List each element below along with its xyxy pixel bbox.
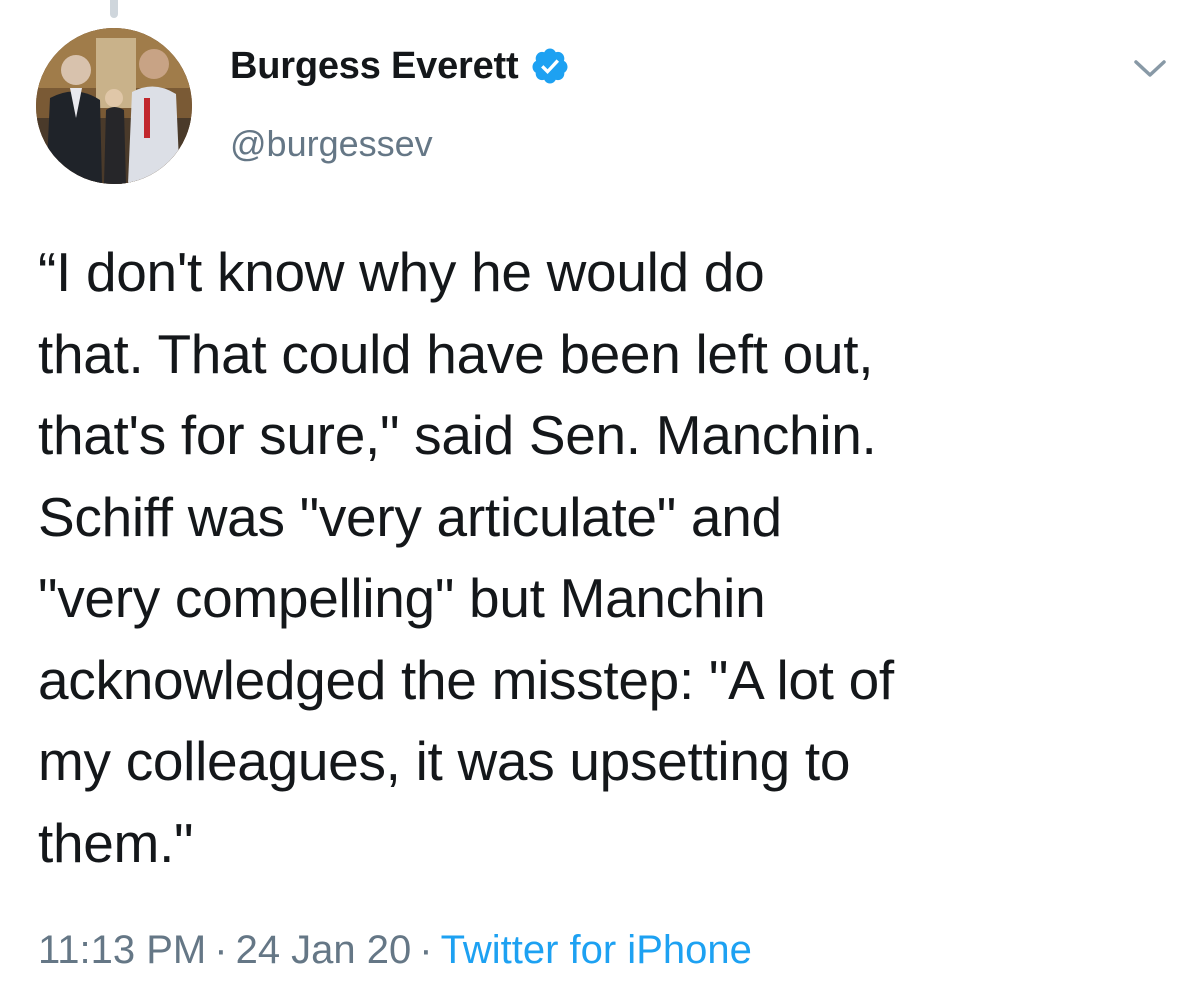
- tweet-source-link[interactable]: Twitter for iPhone: [441, 928, 752, 972]
- author-display-name[interactable]: Burgess Everett: [230, 47, 519, 85]
- author-handle[interactable]: @burgessev: [230, 126, 433, 162]
- chevron-down-icon[interactable]: [1128, 50, 1172, 84]
- author-header: Burgess Everett: [230, 46, 570, 86]
- separator-dot: ·: [214, 928, 228, 972]
- avatar-photo: [36, 28, 192, 184]
- avatar[interactable]: [36, 28, 192, 184]
- tweet-metadata: 11:13 PM · 24 Jan 20 · Twitter for iPhone: [38, 922, 752, 978]
- tweet-time[interactable]: 11:13 PM: [38, 928, 206, 972]
- verified-badge-icon: [530, 46, 570, 86]
- tweet-date[interactable]: 24 Jan 20: [236, 928, 412, 972]
- separator-dot: ·: [419, 928, 433, 972]
- tweet-text: “I don't know why he would do that. That…: [38, 241, 894, 874]
- thread-connector-line: [110, 0, 118, 18]
